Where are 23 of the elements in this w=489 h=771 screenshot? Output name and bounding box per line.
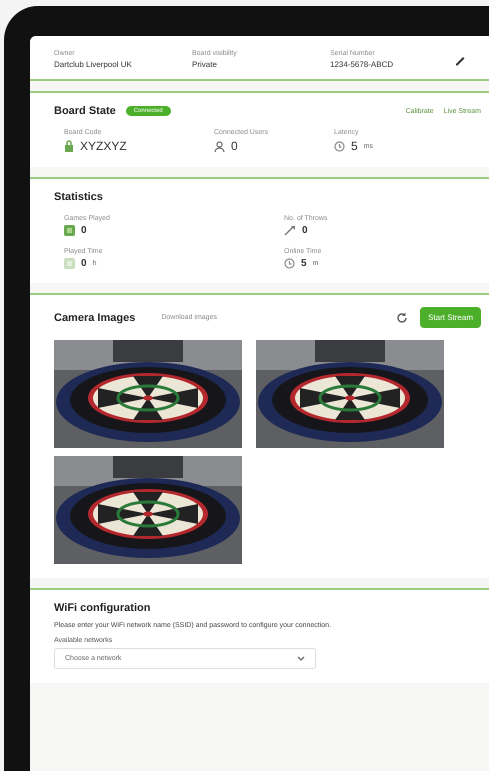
stream-button[interactable]: Start Stream xyxy=(420,307,481,328)
field-value: 1234-5678-ABCD xyxy=(330,60,394,69)
section-title: WiFi configuration xyxy=(54,602,152,614)
grid-icon xyxy=(64,225,75,236)
field-value: 5 xyxy=(301,258,307,269)
chevron-icon xyxy=(297,656,305,662)
field-value: Private xyxy=(192,60,218,69)
lock-icon xyxy=(64,140,74,152)
grid-icon xyxy=(64,258,75,269)
clock-icon xyxy=(334,140,345,152)
refresh-icon xyxy=(396,312,408,324)
field-value: 0 xyxy=(231,139,238,153)
field-value: 0 xyxy=(81,258,87,269)
field-value: 0 xyxy=(81,225,87,236)
field-value: XYZXYZ xyxy=(80,139,127,153)
section-title: Board State xyxy=(54,105,116,117)
field-value: 0 xyxy=(302,225,308,236)
field-value: Dartclub Liverpool UK xyxy=(54,60,133,69)
section-title: Statistics xyxy=(54,191,103,203)
field-value: 5 xyxy=(351,139,358,153)
section-title: Camera Images xyxy=(54,312,136,324)
user-icon xyxy=(214,140,225,152)
clock-icon xyxy=(284,258,295,269)
